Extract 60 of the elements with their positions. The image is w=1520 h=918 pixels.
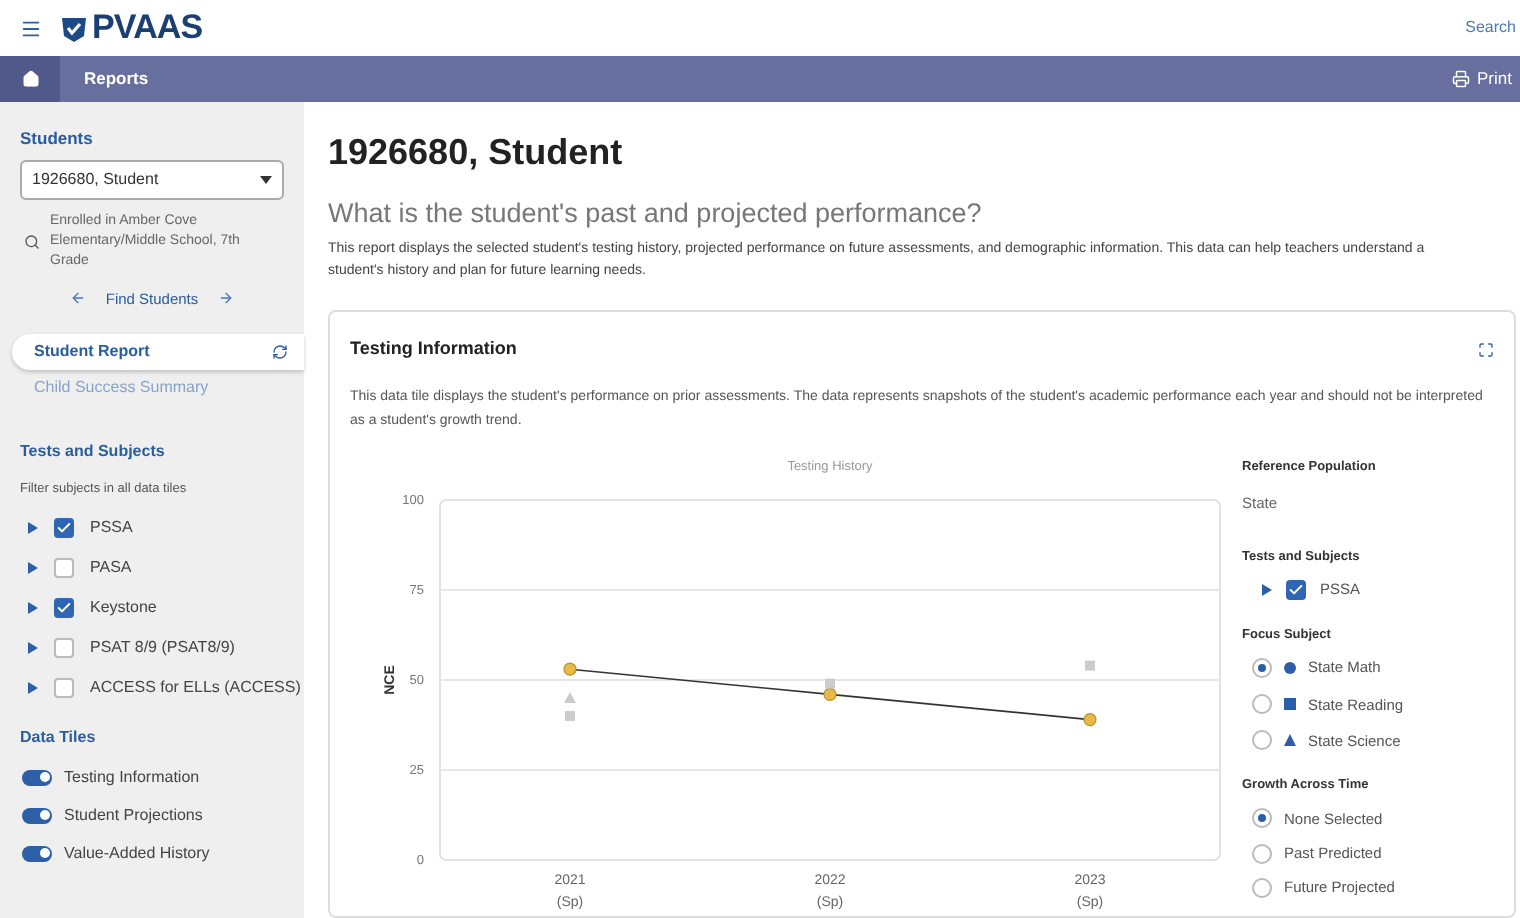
checkbox[interactable] — [54, 517, 74, 538]
refresh-icon[interactable] — [272, 344, 288, 360]
radio-button[interactable] — [1252, 694, 1272, 715]
student-select[interactable]: 1926680, Student — [20, 159, 284, 200]
expand-caret-icon[interactable] — [28, 681, 38, 694]
checkbox[interactable] — [54, 557, 74, 578]
data-point — [1083, 712, 1097, 726]
tile-label: Student Projections — [64, 803, 203, 828]
test-label: PSAT 8/9 (PSAT8/9) — [90, 635, 235, 660]
circle-icon — [1284, 661, 1296, 674]
toggle-switch[interactable] — [22, 807, 52, 824]
brand-name: PVAAS — [92, 6, 203, 51]
printer-icon — [1451, 70, 1470, 88]
radio-button[interactable] — [1252, 843, 1272, 864]
data-point — [1085, 659, 1095, 670]
dropdown-caret-icon — [260, 175, 272, 184]
students-label: Students — [20, 126, 95, 152]
test-label: ACCESS for ELLs (ACCESS) — [90, 675, 301, 700]
expand-caret-icon[interactable] — [28, 521, 38, 534]
previous-arrow-icon[interactable] — [69, 290, 86, 307]
checkbox[interactable] — [54, 597, 74, 618]
tiles-heading: Data Tiles — [20, 725, 98, 750]
expand-caret-icon[interactable] — [28, 561, 38, 574]
radio-button[interactable] — [1252, 808, 1272, 829]
next-arrow-icon[interactable] — [218, 290, 235, 307]
checkbox[interactable] — [1286, 579, 1306, 600]
menu-icon[interactable] — [20, 17, 42, 39]
search-icon[interactable] — [24, 233, 40, 250]
report-tab[interactable]: Student Report — [12, 334, 304, 370]
reports-menu[interactable]: Reports — [84, 66, 149, 92]
radio-button[interactable] — [1252, 877, 1272, 898]
toggle-switch[interactable] — [22, 769, 52, 786]
checkbox[interactable] — [54, 677, 74, 698]
square-icon — [1284, 698, 1296, 711]
tile-label: Testing Information — [64, 765, 200, 790]
radio-button[interactable] — [1252, 657, 1272, 678]
radio-button[interactable] — [1252, 730, 1272, 751]
test-label: PSSA — [90, 515, 133, 540]
toggle-switch[interactable] — [22, 845, 52, 862]
tile-label: Value-Added History — [64, 841, 210, 866]
tests-heading: Tests and Subjects — [20, 440, 167, 464]
expand-caret-icon[interactable] — [28, 601, 38, 614]
test-label: PASA — [90, 555, 132, 580]
card-title: Testing Information — [350, 336, 519, 362]
data-point — [563, 661, 577, 675]
print-button[interactable]: Print — [1451, 66, 1512, 92]
home-icon — [21, 70, 39, 88]
shield-icon — [60, 13, 88, 43]
expand-caret-icon[interactable] — [1262, 583, 1272, 596]
search-link[interactable]: Search — [1465, 16, 1516, 40]
checkbox[interactable] — [54, 637, 74, 658]
data-point — [564, 691, 576, 702]
home-button[interactable] — [0, 56, 60, 102]
page-question: What is the student's past and projected performance? — [328, 196, 984, 232]
triangle-icon — [1284, 734, 1296, 747]
page-title: 1926680, Student — [328, 130, 625, 174]
expand-caret-icon[interactable] — [28, 641, 38, 654]
test-label: Keystone — [90, 595, 157, 620]
data-point — [565, 710, 575, 720]
expand-icon[interactable] — [1478, 341, 1494, 358]
